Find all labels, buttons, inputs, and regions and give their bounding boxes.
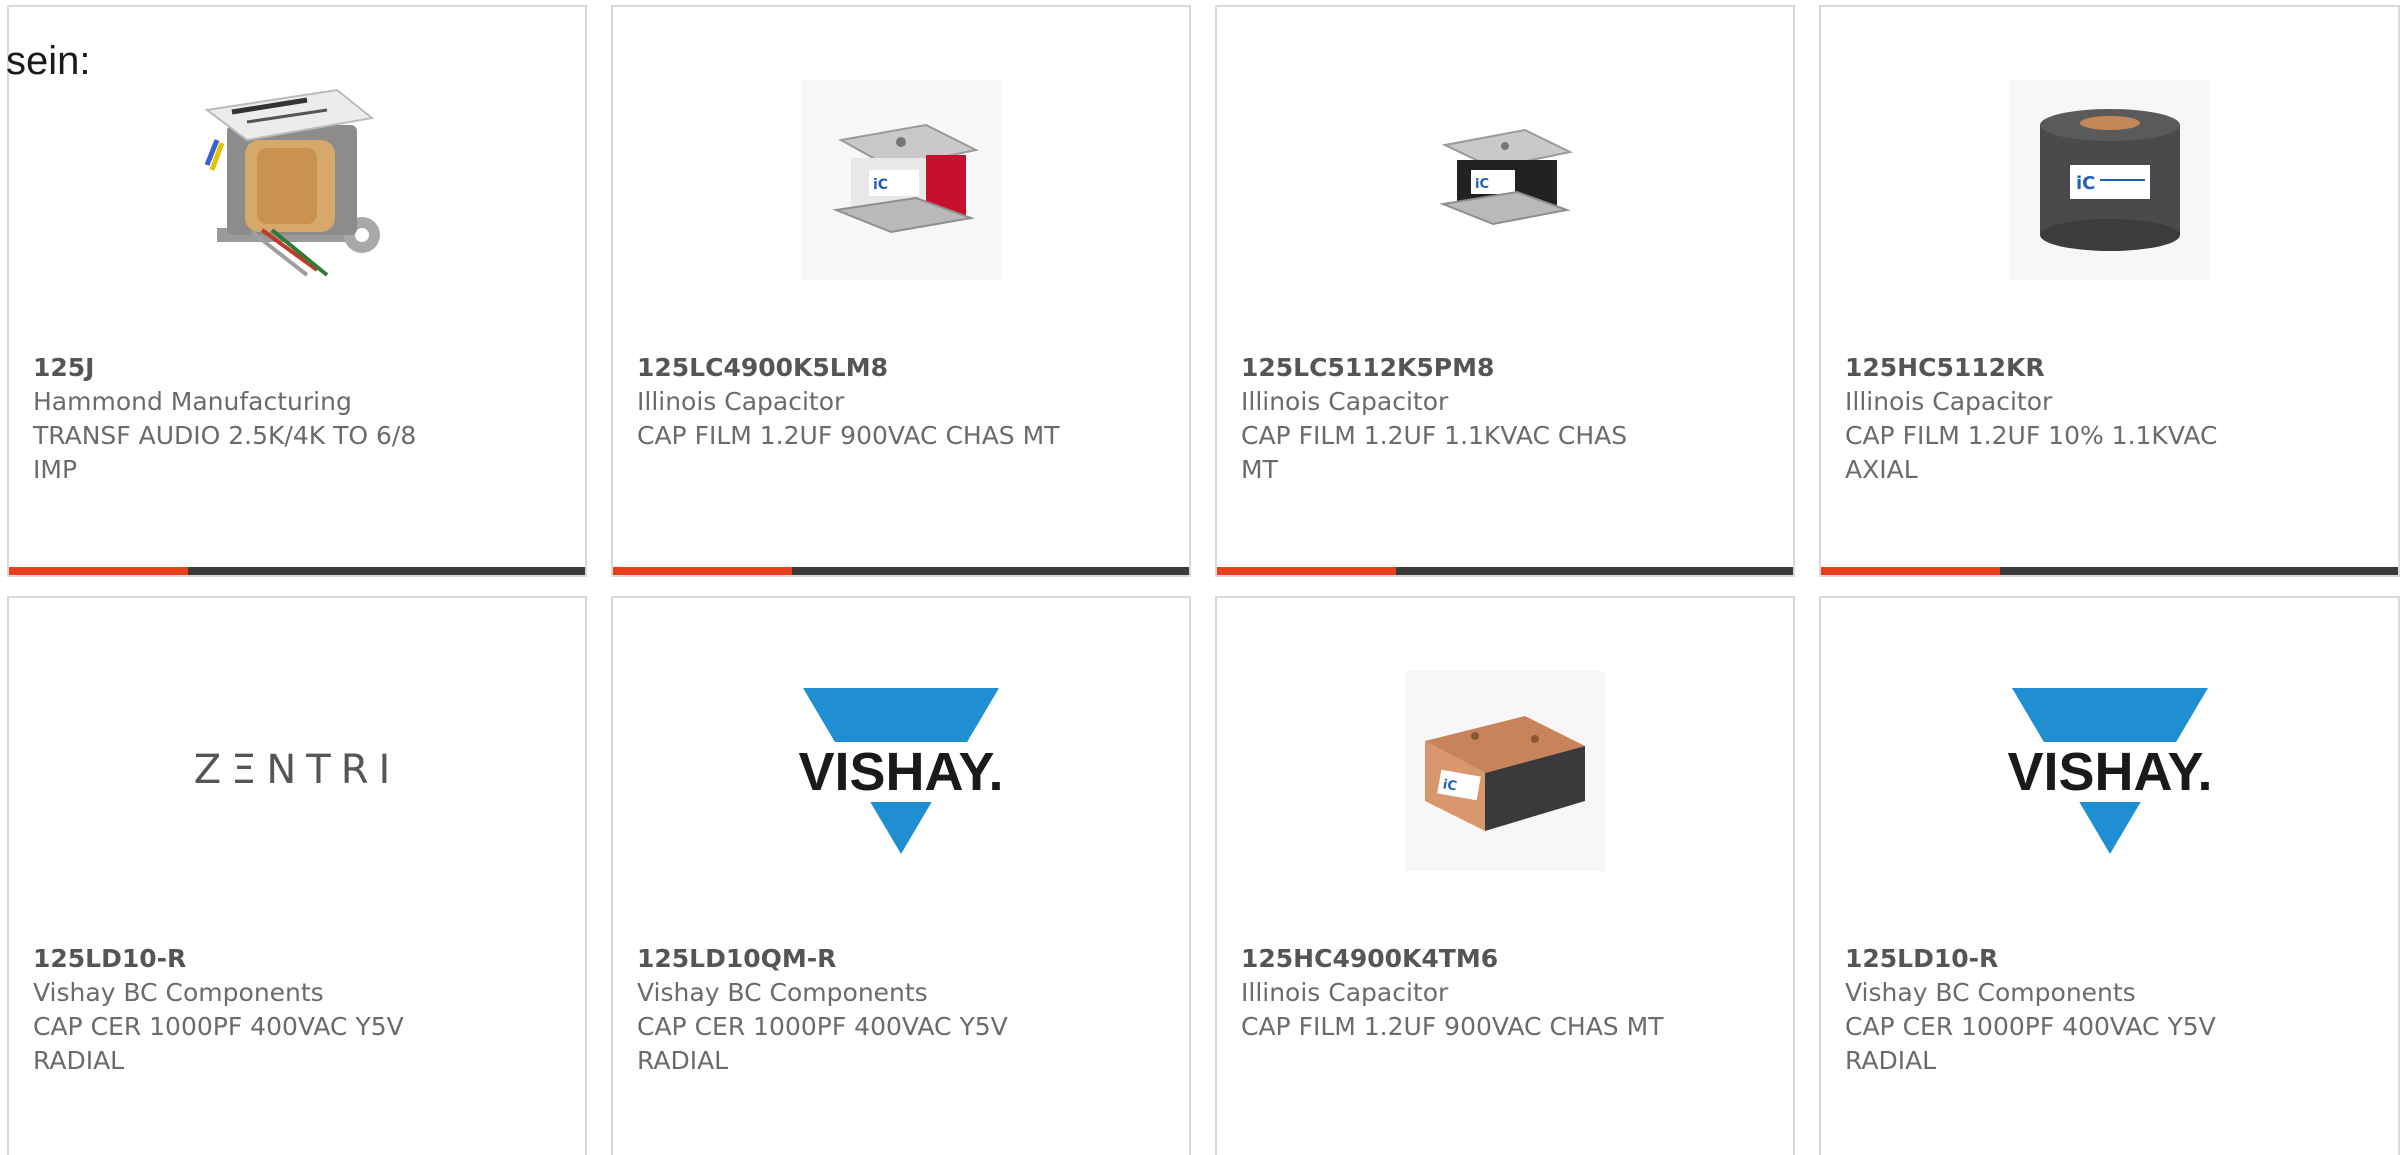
svg-text:iC: iC: [1475, 177, 1489, 192]
product-info: 125LC5112K5PM8 Illinois Capacitor CAP FI…: [1241, 351, 1769, 487]
description: CAP FILM 1.2UF 10% 1.1KVAC AXIAL: [1845, 421, 2218, 484]
part-number[interactable]: 125LC4900K5LM8: [637, 351, 1165, 385]
manufacturer: Vishay BC Components: [33, 978, 324, 1007]
vishay-logo: VISHAY.: [613, 656, 1189, 886]
vishay-logo: VISHAY.: [1821, 656, 2398, 886]
description: CAP FILM 1.2UF 900VAC CHAS MT: [1241, 1012, 1664, 1041]
product-card[interactable]: VISHAY. 125LD10QM-R Vishay BC Components…: [611, 596, 1191, 1155]
product-info: 125LD10QM-R Vishay BC Components CAP CER…: [637, 942, 1165, 1078]
manufacturer: Vishay BC Components: [637, 978, 928, 1007]
product-grid-page: sein: 125J Hammond Manufacturing TRANSF …: [0, 0, 2400, 1155]
product-card[interactable]: iC 125HC5112KR Illinois Capacitor CAP FI…: [1819, 5, 2400, 577]
description: CAP FILM 1.2UF 1.1KVAC CHAS MT: [1241, 421, 1628, 484]
progress-fill: [1217, 567, 1396, 575]
chassis-capacitor-image: iC: [613, 65, 1189, 295]
product-info: 125HC5112KR Illinois Capacitor CAP FILM …: [1845, 351, 2374, 487]
progress-fill: [613, 567, 792, 575]
part-number[interactable]: 125LD10-R: [1845, 942, 2374, 976]
chassis-capacitor-image: iC: [1217, 65, 1793, 295]
zentri-logo: ZΞNTRI: [9, 656, 585, 886]
description: CAP FILM 1.2UF 900VAC CHAS MT: [637, 421, 1060, 450]
manufacturer: Vishay BC Components: [1845, 978, 2136, 1007]
progress-bar: [9, 567, 585, 575]
description: CAP CER 1000PF 400VAC Y5V RADIAL: [637, 1012, 1008, 1075]
copper-block-capacitor-image: iC: [1217, 656, 1793, 886]
product-card[interactable]: iC 125HC4900K4TM6 Illinois Capacitor CAP…: [1215, 596, 1795, 1155]
product-card[interactable]: 125J Hammond Manufacturing TRANSF AUDIO …: [7, 5, 587, 577]
part-number[interactable]: 125J: [33, 351, 561, 385]
logo-text: ZΞNTRI: [194, 747, 401, 793]
svg-text:iC: iC: [873, 177, 888, 193]
logo-text: VISHAY.: [798, 742, 1003, 802]
cylindrical-capacitor-image: iC: [1821, 65, 2398, 295]
product-info: 125LD10-R Vishay BC Components CAP CER 1…: [33, 942, 561, 1078]
progress-fill: [9, 567, 188, 575]
manufacturer: Illinois Capacitor: [1241, 387, 1449, 416]
description: CAP CER 1000PF 400VAC Y5V RADIAL: [1845, 1012, 2216, 1075]
product-card[interactable]: iC 125LC5112K5PM8 Illinois Capacitor CAP…: [1215, 5, 1795, 577]
product-info: 125J Hammond Manufacturing TRANSF AUDIO …: [33, 351, 561, 487]
description: TRANSF AUDIO 2.5K/4K TO 6/8 IMP: [33, 421, 417, 484]
product-info: 125LC4900K5LM8 Illinois Capacitor CAP FI…: [637, 351, 1165, 453]
manufacturer: Illinois Capacitor: [1241, 978, 1449, 1007]
intro-text: sein:: [6, 39, 91, 83]
progress-bar: [1217, 567, 1793, 575]
product-info: 125LD10-R Vishay BC Components CAP CER 1…: [1845, 942, 2374, 1078]
logo-text: VISHAY.: [2007, 742, 2212, 802]
product-card[interactable]: iC 125LC4900K5LM8 Illinois Capacitor CAP…: [611, 5, 1191, 577]
description: CAP CER 1000PF 400VAC Y5V RADIAL: [33, 1012, 404, 1075]
manufacturer: Illinois Capacitor: [1845, 387, 2053, 416]
product-card[interactable]: ZΞNTRI 125LD10-R Vishay BC Components CA…: [7, 596, 587, 1155]
part-number[interactable]: 125HC5112KR: [1845, 351, 2374, 385]
part-number[interactable]: 125LD10QM-R: [637, 942, 1165, 976]
product-card[interactable]: VISHAY. 125LD10-R Vishay BC Components C…: [1819, 596, 2400, 1155]
product-info: 125HC4900K4TM6 Illinois Capacitor CAP FI…: [1241, 942, 1769, 1044]
part-number[interactable]: 125LD10-R: [33, 942, 561, 976]
part-number[interactable]: 125HC4900K4TM6: [1241, 942, 1769, 976]
progress-bar: [613, 567, 1189, 575]
progress-fill: [1821, 567, 2000, 575]
part-number[interactable]: 125LC5112K5PM8: [1241, 351, 1769, 385]
progress-bar: [1821, 567, 2398, 575]
manufacturer: Hammond Manufacturing: [33, 387, 352, 416]
manufacturer: Illinois Capacitor: [637, 387, 845, 416]
transformer-image: [9, 65, 585, 295]
svg-text:iC: iC: [2076, 173, 2095, 194]
svg-text:iC: iC: [1442, 777, 1458, 794]
